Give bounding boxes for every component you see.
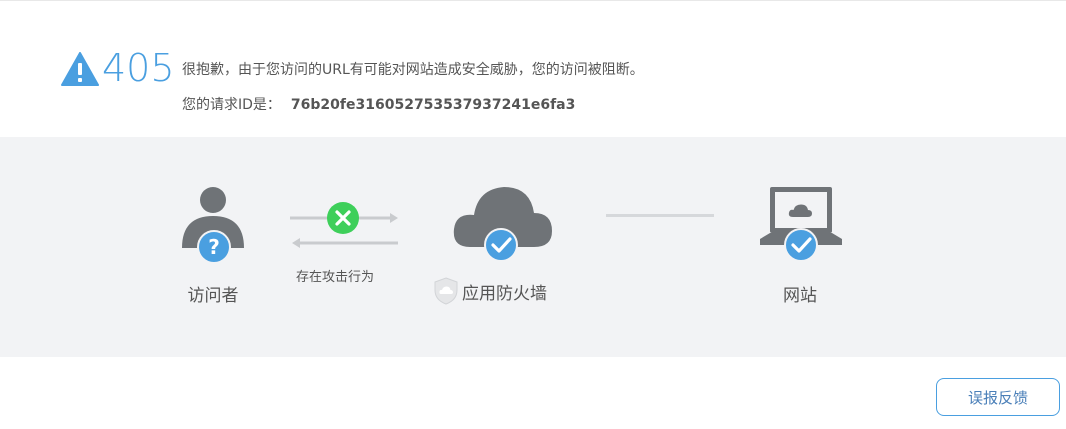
error-message: 很抱歉，由于您访问的URL有可能对网站造成安全威胁，您的访问被阻断。: [182, 62, 644, 78]
attack-label: 存在攻击行为: [296, 270, 375, 285]
visitor-label: 访问者: [187, 286, 239, 306]
error-code: 405: [102, 46, 175, 90]
warning-icon: [61, 52, 99, 86]
connection-line: [606, 214, 714, 217]
shield-icon: [434, 277, 458, 305]
waf-label: 应用防火墙: [462, 284, 547, 304]
visitor-icon: ?: [182, 187, 244, 264]
cloud-firewall-icon: [453, 187, 552, 262]
website-laptop-icon: [760, 187, 842, 262]
request-id-label: 您的请求ID是：: [182, 97, 281, 113]
svg-text:?: ?: [208, 235, 220, 259]
blocked-traffic-arrows: [290, 202, 398, 248]
error-header: 405 很抱歉，由于您访问的URL有可能对网站造成安全威胁，您的访问被阻断。 您…: [0, 0, 1066, 137]
report-false-positive-button[interactable]: 误报反馈: [936, 378, 1060, 416]
request-id-line: 您的请求ID是： 76b20fe316052753537937241e6fa3: [182, 96, 575, 114]
request-id-value: 76b20fe316052753537937241e6fa3: [290, 97, 576, 113]
website-label: 网站: [783, 286, 817, 306]
